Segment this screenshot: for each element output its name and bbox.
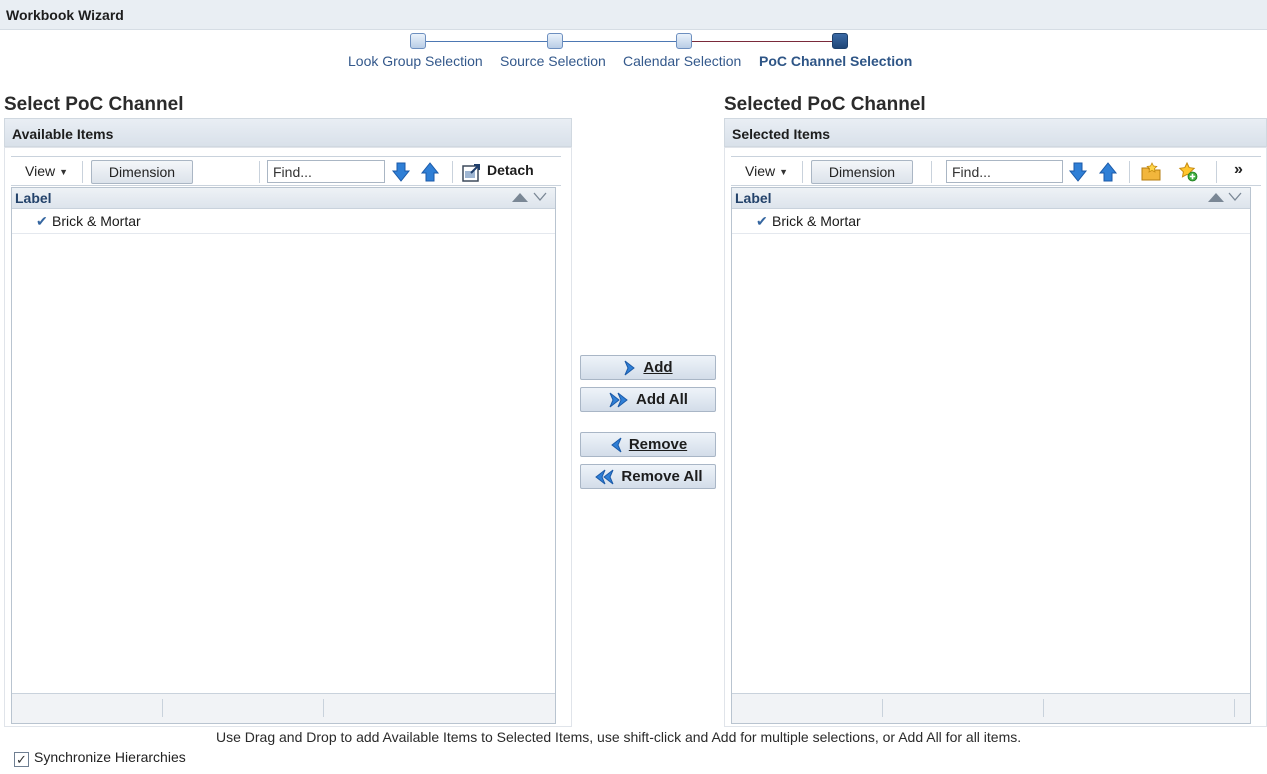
- view-menu[interactable]: View ▼: [25, 163, 68, 179]
- row-label: Brick & Mortar: [52, 213, 141, 229]
- train-connector: [555, 41, 684, 42]
- remove-all-label: Remove All: [621, 468, 703, 485]
- train-stop-look-group[interactable]: [410, 33, 426, 49]
- toolbar-separator: [802, 161, 803, 183]
- available-items-title: Available Items: [12, 126, 114, 142]
- toolbar-separator: [259, 161, 260, 183]
- table-row[interactable]: ✔ Brick & Mortar: [12, 210, 555, 234]
- sort-descending-icon[interactable]: [533, 192, 547, 202]
- available-items-grid: Label ✔ Brick & Mortar: [11, 187, 556, 724]
- label-column-header[interactable]: Label: [15, 190, 52, 206]
- train-connector: [684, 41, 840, 42]
- right-section-title: Selected PoC Channel: [724, 94, 926, 115]
- chevron-left-icon: [610, 437, 622, 452]
- train-link-calendar[interactable]: Calendar Selection: [623, 53, 741, 69]
- selected-items-grid: Label ✔ Brick & Mortar: [731, 187, 1251, 724]
- detach-icon[interactable]: [462, 163, 481, 182]
- checkmark-icon: ✔: [36, 213, 48, 229]
- footer-divider: [323, 699, 324, 717]
- train-stop-calendar[interactable]: [676, 33, 692, 49]
- instruction-text: Use Drag and Drop to add Available Items…: [216, 729, 1022, 745]
- add-all-button[interactable]: Add All: [580, 387, 716, 412]
- find-previous-arrow-up-icon[interactable]: [420, 162, 440, 182]
- add-label: Add: [643, 359, 673, 376]
- toolbar-separator: [931, 161, 932, 183]
- sort-descending-icon[interactable]: [1228, 192, 1242, 202]
- label-column-header[interactable]: Label: [735, 190, 772, 206]
- grid-header: Label: [12, 188, 555, 209]
- available-items-panel: View▼ Dimension Detach Label ✔ B: [4, 147, 572, 727]
- selected-items-title: Selected Items: [732, 126, 831, 142]
- view-menu-label: View: [25, 163, 56, 179]
- train-link-look-group[interactable]: Look Group Selection: [348, 53, 483, 69]
- train-connector: [418, 41, 555, 42]
- window-titlebar: Workbook Wizard: [0, 0, 1267, 30]
- toolbar-separator: [1129, 161, 1130, 183]
- detach-label[interactable]: Detach: [487, 162, 534, 178]
- train-link-source[interactable]: Source Selection: [500, 53, 606, 69]
- sort-ascending-icon[interactable]: [512, 193, 528, 202]
- add-button[interactable]: Add: [580, 355, 716, 380]
- remove-label: Remove: [628, 436, 688, 453]
- view-menu-label: View: [745, 163, 776, 179]
- selected-items-header: Selected Items: [724, 118, 1267, 147]
- find-input[interactable]: [946, 160, 1063, 183]
- dimension-button[interactable]: Dimension: [91, 160, 193, 184]
- find-previous-arrow-up-icon[interactable]: [1098, 162, 1118, 182]
- chevron-down-icon: ▼: [59, 167, 69, 177]
- remove-all-button[interactable]: Remove All: [580, 464, 716, 489]
- add-all-label: Add All: [636, 391, 688, 408]
- chevron-right-icon: [624, 360, 636, 375]
- footer-divider: [882, 699, 883, 717]
- double-chevron-right-icon: [609, 392, 628, 407]
- view-menu[interactable]: View ▼: [745, 163, 788, 179]
- footer-divider: [162, 699, 163, 717]
- grid-footer: [12, 693, 555, 723]
- find-next-arrow-down-icon[interactable]: [391, 162, 411, 182]
- train-current-step: PoC Channel Selection: [759, 53, 913, 69]
- available-items-header: Available Items: [4, 118, 572, 147]
- folder-favorites-icon[interactable]: [1141, 162, 1161, 182]
- toolbar-separator: [452, 161, 453, 183]
- grid-footer: [732, 693, 1250, 723]
- find-next-arrow-down-icon[interactable]: [1068, 162, 1088, 182]
- grid-header: Label: [732, 188, 1250, 209]
- dimension-button[interactable]: Dimension: [811, 160, 913, 184]
- checkmark-icon: ✔: [756, 213, 768, 229]
- find-input[interactable]: [267, 160, 385, 183]
- selected-items-panel: View▼ Dimension » Label: [724, 147, 1267, 727]
- footer-divider: [1234, 699, 1235, 717]
- footer-divider: [1043, 699, 1044, 717]
- checkbox-checked-icon[interactable]: ✓: [14, 752, 29, 767]
- train-stop-source[interactable]: [547, 33, 563, 49]
- selected-toolbar: View▼ Dimension »: [731, 156, 1261, 186]
- chevron-down-icon: ▼: [779, 167, 789, 177]
- train-stop-poc-channel: [832, 33, 848, 49]
- left-section-title: Select PoC Channel: [4, 94, 184, 115]
- synchronize-hierarchies-label: Synchronize Hierarchies: [34, 749, 186, 765]
- synchronize-hierarchies-checkbox[interactable]: ✓ Synchronize Hierarchies: [14, 749, 186, 767]
- toolbar-separator: [1216, 161, 1217, 183]
- table-row[interactable]: ✔ Brick & Mortar: [732, 210, 1250, 234]
- row-label: Brick & Mortar: [772, 213, 861, 229]
- remove-button[interactable]: Remove: [580, 432, 716, 457]
- add-favorite-star-icon[interactable]: [1178, 162, 1198, 182]
- sort-ascending-icon[interactable]: [1208, 193, 1224, 202]
- double-chevron-left-icon: [595, 469, 614, 484]
- available-toolbar: View▼ Dimension Detach: [11, 156, 561, 186]
- toolbar-overflow-button[interactable]: »: [1234, 161, 1243, 179]
- toolbar-separator: [82, 161, 83, 183]
- window-title: Workbook Wizard: [6, 7, 124, 23]
- wizard-train: Look Group Selection Source Selection Ca…: [340, 32, 940, 72]
